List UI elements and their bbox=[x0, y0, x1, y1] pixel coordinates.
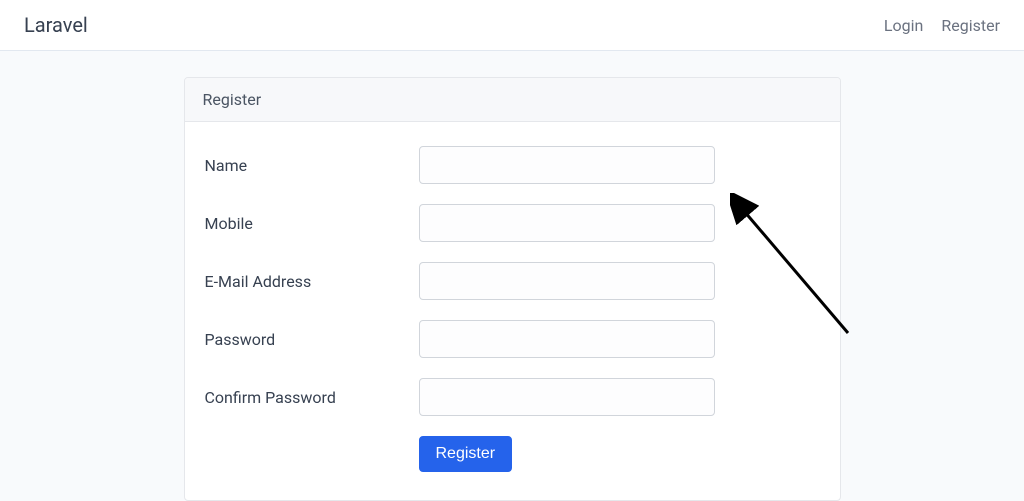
navbar: Laravel Login Register bbox=[0, 0, 1024, 51]
password-row: Password bbox=[205, 320, 820, 358]
name-label: Name bbox=[205, 156, 405, 175]
mobile-input[interactable] bbox=[419, 204, 715, 242]
main-container: Register Name Mobile E-Mail Address bbox=[0, 51, 1024, 501]
register-button[interactable]: Register bbox=[419, 436, 513, 472]
confirm-password-input-wrap bbox=[419, 378, 729, 416]
submit-offset bbox=[205, 436, 405, 472]
password-label: Password bbox=[205, 330, 405, 349]
name-input[interactable] bbox=[419, 146, 715, 184]
mobile-label: Mobile bbox=[205, 214, 405, 233]
register-link[interactable]: Register bbox=[941, 16, 1000, 35]
name-row: Name bbox=[205, 146, 820, 184]
password-input[interactable] bbox=[419, 320, 715, 358]
confirm-password-row: Confirm Password bbox=[205, 378, 820, 416]
login-link[interactable]: Login bbox=[884, 16, 923, 35]
card-body: Name Mobile E-Mail Address Password bbox=[185, 122, 840, 500]
card-header: Register bbox=[185, 78, 840, 122]
password-input-wrap bbox=[419, 320, 729, 358]
confirm-password-label: Confirm Password bbox=[205, 388, 405, 407]
mobile-input-wrap bbox=[419, 204, 729, 242]
email-label: E-Mail Address bbox=[205, 272, 405, 291]
brand-link[interactable]: Laravel bbox=[24, 13, 88, 37]
email-row: E-Mail Address bbox=[205, 262, 820, 300]
submit-row: Register bbox=[205, 436, 820, 472]
confirm-password-input[interactable] bbox=[419, 378, 715, 416]
register-card: Register Name Mobile E-Mail Address bbox=[184, 77, 841, 501]
email-input-wrap bbox=[419, 262, 729, 300]
navbar-right: Login Register bbox=[884, 16, 1000, 35]
email-input[interactable] bbox=[419, 262, 715, 300]
name-input-wrap bbox=[419, 146, 729, 184]
mobile-row: Mobile bbox=[205, 204, 820, 242]
